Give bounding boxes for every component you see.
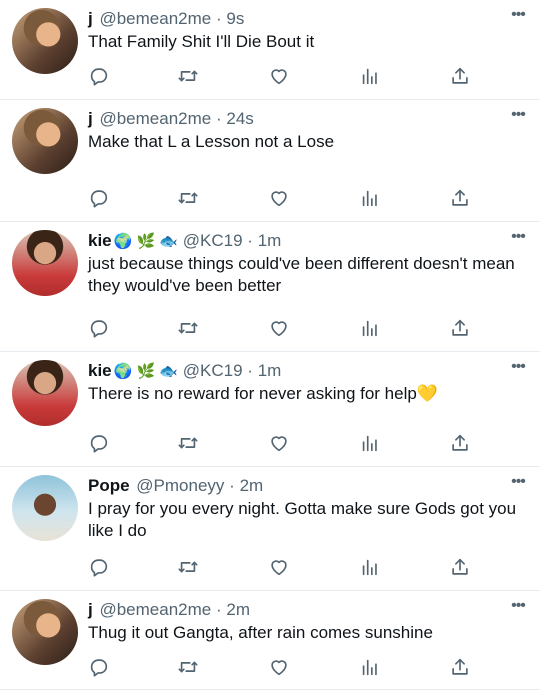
tweet[interactable]: Pope @Pmoneyy · 2m ••• I pray for you ev…: [0, 467, 540, 591]
reply-icon[interactable]: [88, 187, 112, 211]
separator-dot: ·: [215, 600, 222, 619]
tweet-actions: [88, 187, 478, 211]
user-handle[interactable]: @bemean2me: [99, 9, 211, 28]
tweet-text: That Family Shit I'll Die Bout it: [88, 32, 315, 51]
retweet-icon[interactable]: [177, 656, 201, 680]
tweet-header: kie 🌍 🌿 🐟 @KC19 · 1m: [88, 360, 528, 383]
retweet-icon[interactable]: [177, 317, 201, 341]
avatar[interactable]: [12, 599, 78, 665]
like-icon[interactable]: [268, 656, 292, 680]
tweet[interactable]: kie 🌍 🌿 🐟 @KC19 · 1m ••• just because thi…: [0, 222, 540, 352]
avatar[interactable]: [12, 230, 78, 296]
display-name[interactable]: kie: [88, 231, 112, 250]
separator-dot: ·: [215, 9, 222, 28]
display-name[interactable]: j: [88, 600, 93, 619]
separator-dot: ·: [229, 476, 235, 495]
more-icon[interactable]: •••: [508, 359, 528, 380]
timestamp[interactable]: 2m: [226, 600, 250, 619]
reply-icon[interactable]: [88, 556, 112, 580]
share-icon[interactable]: [449, 656, 473, 680]
tweet-actions: [88, 556, 478, 580]
tweet-body: j @bemean2me · 9s ••• That Family Shit I…: [88, 7, 528, 53]
user-handle[interactable]: @bemean2me: [99, 600, 211, 619]
tweet-body: j @bemean2me · 24s ••• Make that L a Les…: [88, 107, 528, 153]
tweet[interactable]: j @bemean2me · 24s ••• Make that L a Les…: [0, 100, 540, 222]
avatar[interactable]: [12, 360, 78, 426]
separator-dot: ·: [247, 361, 253, 380]
tweet-header: j @bemean2me · 9s: [88, 8, 528, 31]
views-icon[interactable]: [359, 317, 383, 341]
display-name[interactable]: j: [88, 9, 93, 28]
views-icon[interactable]: [359, 432, 383, 456]
timestamp[interactable]: 2m: [240, 476, 264, 495]
share-icon[interactable]: [449, 556, 473, 580]
display-name[interactable]: j: [88, 109, 93, 128]
share-icon[interactable]: [449, 317, 473, 341]
more-icon[interactable]: •••: [508, 7, 528, 28]
separator-dot: ·: [247, 231, 253, 250]
share-icon[interactable]: [449, 432, 473, 456]
tweet[interactable]: j @bemean2me · 2m ••• Thug it out Gangta…: [0, 591, 540, 690]
user-handle[interactable]: @KC19: [183, 361, 243, 380]
reply-icon[interactable]: [88, 65, 112, 89]
more-icon[interactable]: •••: [508, 107, 528, 128]
avatar[interactable]: [12, 475, 78, 541]
tweet-header: j @bemean2me · 24s: [88, 108, 528, 131]
tweet-actions: [88, 432, 478, 456]
more-icon[interactable]: •••: [508, 598, 528, 619]
reply-icon[interactable]: [88, 317, 112, 341]
tweet-body: kie 🌍 🌿 🐟 @KC19 · 1m ••• There is no rewa…: [88, 359, 528, 405]
views-icon[interactable]: [359, 656, 383, 680]
avatar[interactable]: [12, 108, 78, 174]
tweet-actions: [88, 65, 478, 89]
timestamp[interactable]: 1m: [258, 361, 282, 380]
tweet-header: j @bemean2me · 2m: [88, 599, 528, 622]
user-handle[interactable]: @Pmoneyy: [136, 476, 224, 495]
tweet-header: Pope @Pmoneyy · 2m: [88, 475, 528, 498]
views-icon[interactable]: [359, 556, 383, 580]
tweet-actions: [88, 656, 478, 680]
tweet-text: Thug it out Gangta, after rain comes sun…: [88, 623, 433, 642]
share-icon[interactable]: [449, 187, 473, 211]
more-icon[interactable]: •••: [508, 474, 528, 495]
display-name[interactable]: kie: [88, 361, 112, 380]
tweet-body: Pope @Pmoneyy · 2m ••• I pray for you ev…: [88, 474, 528, 542]
tweet-text: just because things could've been differ…: [88, 254, 515, 295]
retweet-icon[interactable]: [177, 432, 201, 456]
views-icon[interactable]: [359, 187, 383, 211]
timestamp[interactable]: 9s: [226, 9, 244, 28]
timeline-feed: j @bemean2me · 9s ••• That Family Shit I…: [0, 0, 540, 690]
retweet-icon[interactable]: [177, 65, 201, 89]
like-icon[interactable]: [268, 432, 292, 456]
like-icon[interactable]: [268, 65, 292, 89]
tweet-text: Make that L a Lesson not a Lose: [88, 132, 335, 151]
share-icon[interactable]: [449, 65, 473, 89]
tweet[interactable]: kie 🌍 🌿 🐟 @KC19 · 1m ••• There is no rewa…: [0, 352, 540, 467]
separator-dot: ·: [215, 109, 222, 128]
name-emojis: 🌍 🌿 🐟: [113, 233, 179, 250]
like-icon[interactable]: [268, 556, 292, 580]
user-handle[interactable]: @bemean2me: [99, 109, 211, 128]
retweet-icon[interactable]: [177, 556, 201, 580]
more-icon[interactable]: •••: [508, 229, 528, 250]
tweet-body: j @bemean2me · 2m ••• Thug it out Gangta…: [88, 598, 528, 644]
timestamp[interactable]: 24s: [226, 109, 253, 128]
like-icon[interactable]: [268, 317, 292, 341]
timestamp[interactable]: 1m: [258, 231, 282, 250]
reply-icon[interactable]: [88, 432, 112, 456]
avatar[interactable]: [12, 8, 78, 74]
name-emojis: 🌍 🌿 🐟: [113, 363, 179, 380]
tweet-header: kie 🌍 🌿 🐟 @KC19 · 1m: [88, 230, 528, 253]
retweet-icon[interactable]: [177, 187, 201, 211]
tweet-actions: [88, 317, 478, 341]
views-icon[interactable]: [359, 65, 383, 89]
like-icon[interactable]: [268, 187, 292, 211]
display-name[interactable]: Pope: [88, 476, 130, 495]
tweet-text: I pray for you every night. Gotta make s…: [88, 499, 517, 540]
reply-icon[interactable]: [88, 656, 112, 680]
tweet-body: kie 🌍 🌿 🐟 @KC19 · 1m ••• just because thi…: [88, 229, 528, 297]
user-handle[interactable]: @KC19: [183, 231, 243, 250]
tweet-text: There is no reward for never asking for …: [88, 384, 438, 403]
tweet[interactable]: j @bemean2me · 9s ••• That Family Shit I…: [0, 0, 540, 100]
